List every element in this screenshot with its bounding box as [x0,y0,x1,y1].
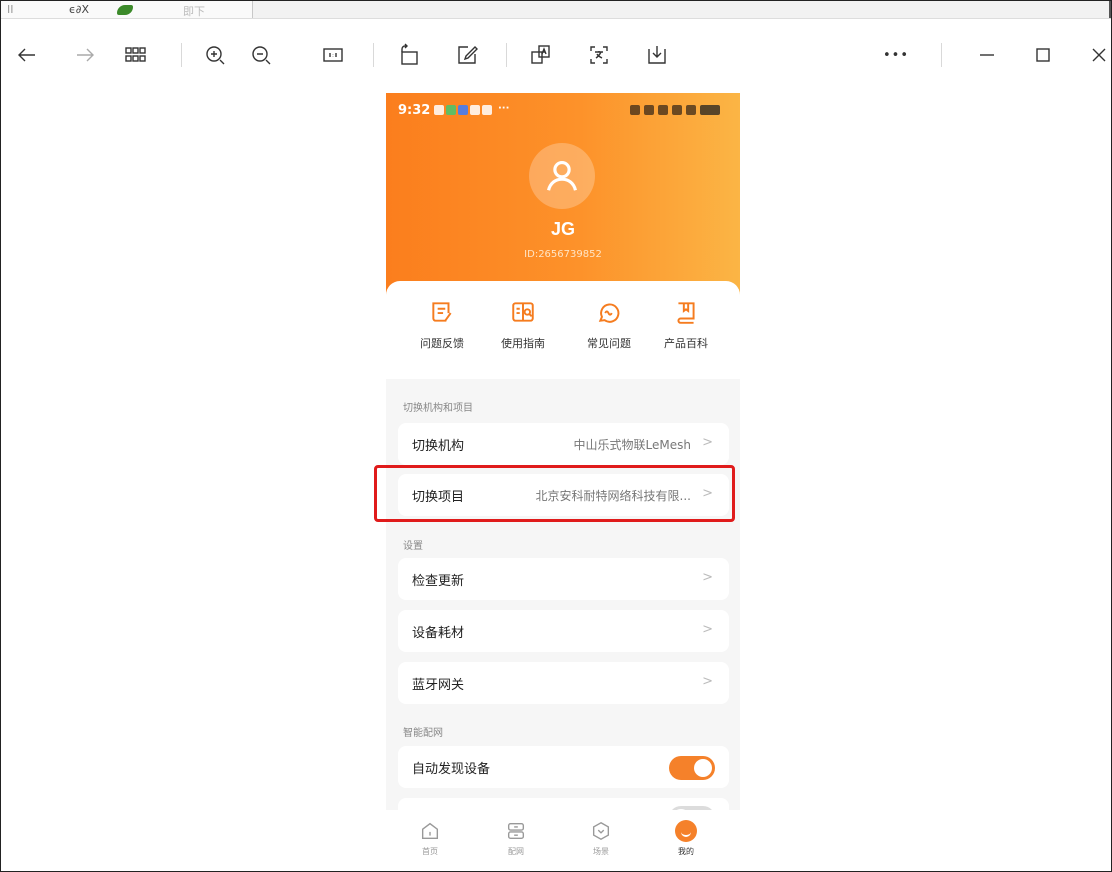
battery-icon [700,105,720,115]
tab-label: 首页 [422,847,438,856]
status-system-icons [630,105,720,115]
row-value: 北京安科耐特网络科技有限... [535,489,691,503]
tab-label: 我的 [678,847,694,856]
signal-icon [686,105,696,115]
status-more: ··· [498,103,510,114]
edit-icon[interactable] [451,39,483,71]
chevron-right-icon: > [702,570,713,585]
shortcut-encyclopedia[interactable]: 产品百科 [646,299,726,351]
profile-header: 9:32 ··· JG ID:2656739852 [386,93,740,303]
rotate-icon[interactable] [393,39,425,71]
tab-scene[interactable]: 场景 [571,820,631,857]
image-viewer-window: II ϵ∂X 即下 ••• 9:32 ··· JG ID:2656739852 … [0,0,1112,872]
row-label: 自动发现设备 [412,762,491,777]
shortcut-panel: 问题反馈 使用指南 常见问题 产品百科 [386,281,740,379]
user-name: JG [550,219,575,239]
status-time: 9:32 [398,103,431,118]
ocr-icon[interactable] [525,39,557,71]
row-label: 切换机构 [412,439,465,454]
shortcut-label: 常见问题 [587,337,631,350]
toolbar-divider [941,43,942,67]
back-icon[interactable] [11,39,43,71]
phone-screenshot: 9:32 ··· JG ID:2656739852 问题反馈 使用指南 常见问题… [386,93,740,871]
notification-icon [470,105,480,115]
toolbar-divider [373,43,374,67]
network-icon [507,822,525,840]
minimize-icon[interactable] [971,39,1003,71]
check-update-row[interactable]: 检查更新 > [398,558,729,600]
row-value: 中山乐式物联LeMesh [573,438,691,452]
chevron-right-icon: > [702,486,713,501]
maximize-icon[interactable] [1027,39,1059,71]
home-icon [421,822,439,840]
strip-text-mid: ϵ∂X [69,3,89,16]
feedback-icon [432,302,452,322]
vibrate-icon [658,105,668,115]
strip-text-left: II [7,3,14,16]
chevron-right-icon: > [702,435,713,450]
wifi-icon [672,105,682,115]
shortcut-label: 使用指南 [501,337,545,350]
row-label: 切换项目 [412,490,465,505]
strip-text-right: 即下 [183,5,205,18]
close-icon[interactable] [1083,39,1111,71]
tab-label: 配网 [508,847,524,856]
auto-discover-toggle[interactable] [669,756,715,780]
row-label: 蓝牙网关 [412,678,465,693]
toggle-knob [694,759,712,777]
notification-icon [458,105,468,115]
section-title-settings: 设置 [403,541,423,552]
grid-view-icon[interactable] [119,39,151,71]
shortcut-feedback[interactable]: 问题反馈 [402,299,482,351]
guide-icon [512,302,534,322]
switch-project-row[interactable]: 切换项目 北京安科耐特网络科技有限... > [398,474,729,516]
more-icon[interactable]: ••• [878,39,914,71]
tab-label: 场景 [593,847,609,856]
notification-icon [446,105,456,115]
faq-icon [598,303,620,323]
me-icon [675,820,697,842]
section-title-switch: 切换机构和项目 [403,403,473,414]
zoom-out-icon[interactable] [245,39,277,71]
tab-home[interactable]: 首页 [400,820,460,857]
location-icon [644,105,654,115]
shortcut-label: 产品百科 [664,337,708,350]
device-consumables-row[interactable]: 设备耗材 > [398,610,729,652]
bottom-tab-bar: 首页 配网 场景 我的 [386,810,740,871]
tab-me[interactable]: 我的 [656,820,716,857]
toolbar-divider [506,43,507,67]
tab-network[interactable]: 配网 [486,820,546,857]
switch-org-row[interactable]: 切换机构 中山乐式物联LeMesh > [398,423,729,465]
translate-icon[interactable] [583,39,615,71]
scene-icon [592,821,610,841]
shortcut-label: 问题反馈 [420,337,464,350]
user-id: ID:2656739852 [524,249,602,260]
actual-size-icon[interactable] [317,39,349,71]
user-icon [546,160,578,191]
background-window-strip: II ϵ∂X 即下 [1,1,1111,19]
zoom-in-icon[interactable] [199,39,231,71]
avatar[interactable] [529,143,595,209]
shortcut-guide[interactable]: 使用指南 [483,299,563,351]
toolbar-divider [181,43,182,67]
chevron-right-icon: > [702,622,713,637]
auto-discover-row: 自动发现设备 [398,746,729,788]
bluetooth-gateway-row[interactable]: 蓝牙网关 > [398,662,729,704]
notification-icon [482,105,492,115]
row-label: 检查更新 [412,574,465,589]
encyclopedia-icon [677,302,695,324]
shortcut-faq[interactable]: 常见问题 [569,299,649,351]
notification-icon [434,105,444,115]
download-icon[interactable] [641,39,673,71]
more-label: ••• [882,47,909,63]
viewer-toolbar: ••• [1,21,1111,93]
bluetooth-icon [630,105,640,115]
chevron-right-icon: > [702,674,713,689]
section-title-network: 智能配网 [403,728,443,739]
forward-icon[interactable] [69,39,101,71]
status-notification-icons [434,105,492,115]
row-label: 设备耗材 [412,626,465,641]
